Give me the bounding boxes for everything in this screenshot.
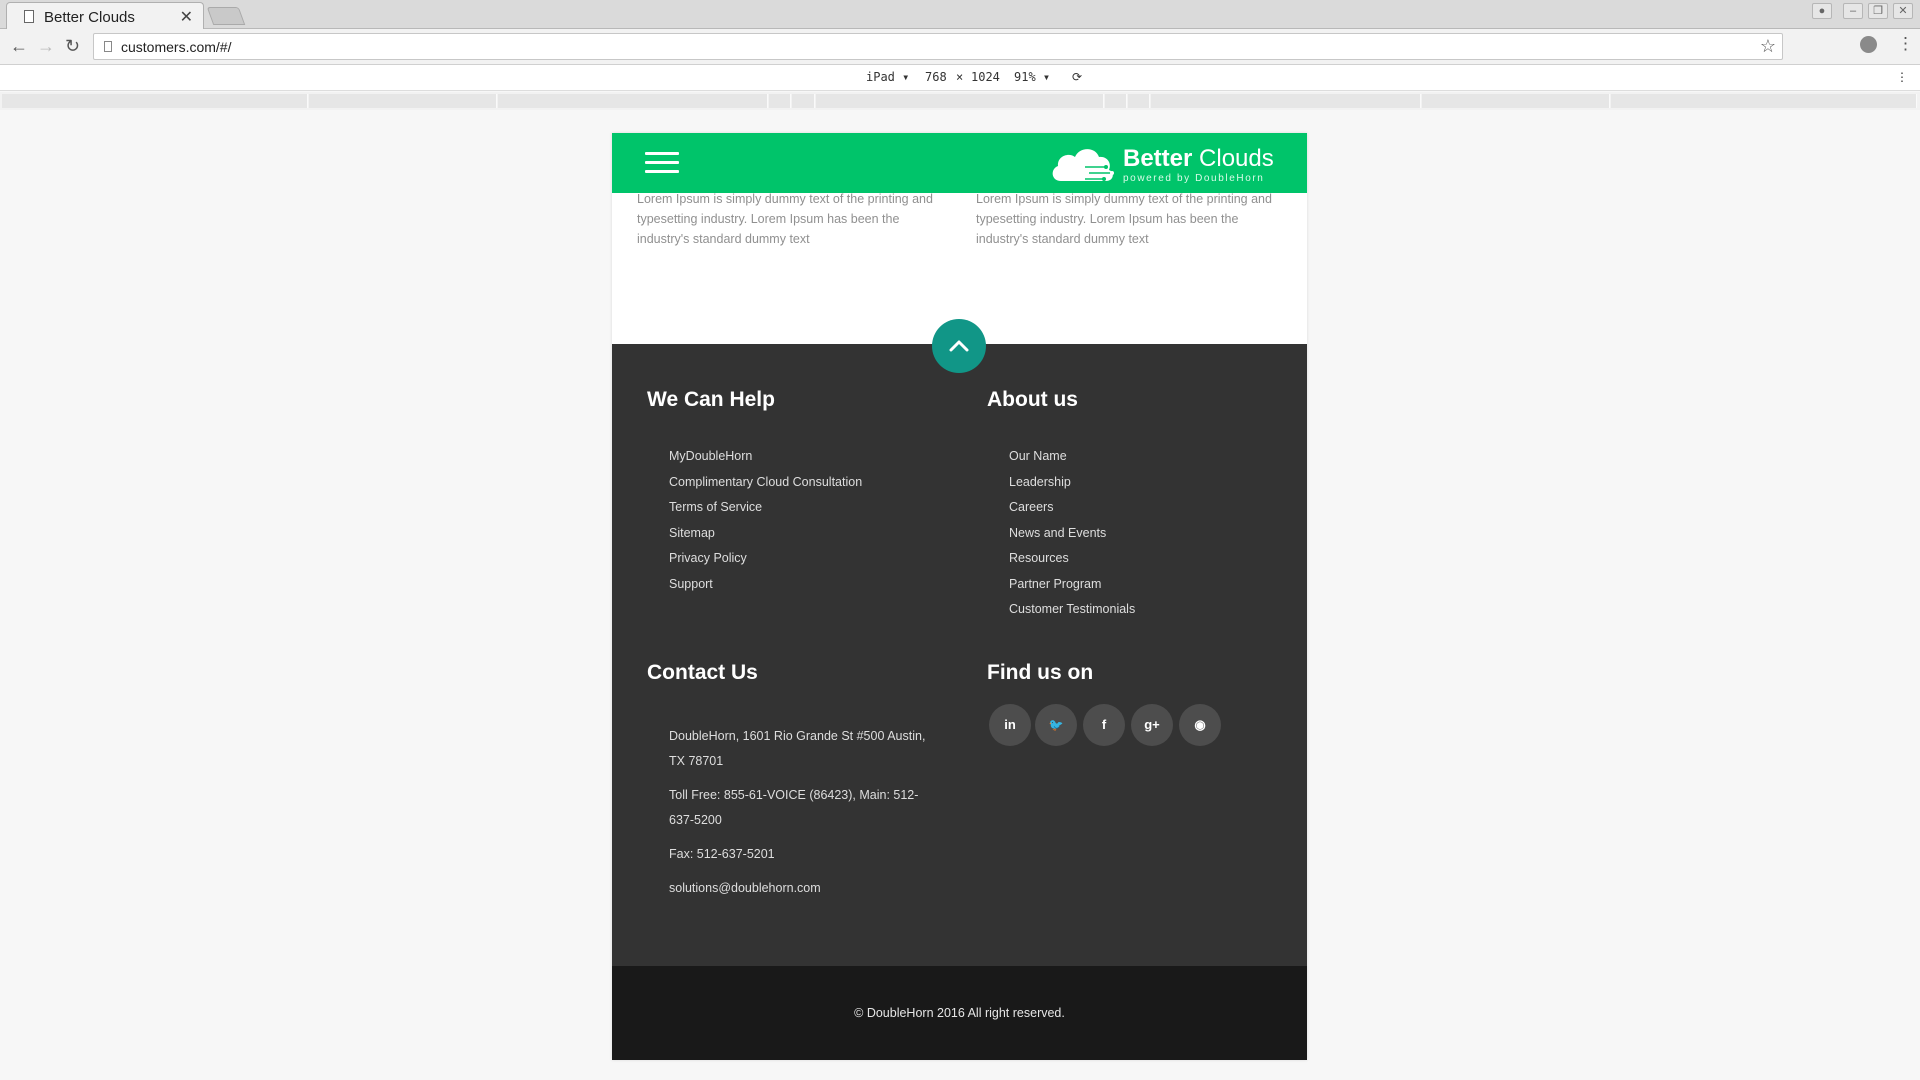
browser-toolbar: ← → ↻ customers.com/#/ ☆ ⋮ (0, 29, 1920, 65)
zoom-level: 91% (1014, 70, 1036, 84)
media-query-ruler (0, 92, 1920, 110)
contact-fax: Fax: 512-637-5201 (669, 847, 775, 861)
ruler-segment[interactable] (1422, 94, 1610, 108)
about-link[interactable]: Our Name (1009, 446, 1135, 472)
help-heading: We Can Help (647, 388, 775, 411)
address-bar[interactable]: customers.com/#/ ☆ (93, 33, 1783, 60)
contact-address: DoubleHorn, 1601 Rio Grande St #500 Aust… (669, 729, 926, 768)
social-heading: Find us on (987, 661, 1094, 684)
cloud-logo-icon (1052, 149, 1114, 181)
times-sign: × (956, 70, 964, 84)
about-links: Our Name Leadership Careers News and Eve… (1009, 446, 1135, 625)
google-plus-icon[interactable]: g+ (1131, 704, 1173, 746)
profile-icon[interactable]: ● (1812, 3, 1832, 19)
ruler-segment[interactable] (1151, 94, 1421, 108)
about-link[interactable]: Careers (1009, 497, 1135, 523)
close-tab-icon[interactable]: ✕ (180, 7, 193, 27)
contact-phone: Toll Free: 855-61-VOICE (86423), Main: 5… (669, 788, 919, 827)
new-tab-button[interactable] (206, 7, 246, 25)
help-links: MyDoubleHorn Complimentary Cloud Consult… (669, 446, 862, 599)
rotate-icon[interactable]: ⟳ (1072, 70, 1082, 84)
browser-tab-strip: Better Clouds ✕ ● – ❐ ✕ (0, 0, 1920, 29)
better-clouds-logo[interactable]: Better Clouds powered by DoubleHorn (1049, 141, 1289, 185)
viewport-height[interactable]: 1024 (971, 70, 1000, 84)
help-link[interactable]: Support (669, 574, 862, 600)
brand-name-light: Clouds (1192, 145, 1274, 172)
about-link[interactable]: Customer Testimonials (1009, 599, 1135, 625)
tab-title: Better Clouds (44, 9, 135, 26)
ruler-segment[interactable] (498, 94, 768, 108)
close-window-icon[interactable]: ✕ (1893, 3, 1913, 19)
restore-icon[interactable]: ❐ (1868, 3, 1888, 19)
help-link[interactable]: Privacy Policy (669, 548, 862, 574)
url-text[interactable]: customers.com/#/ (121, 39, 231, 55)
back-icon[interactable]: ← (10, 36, 28, 57)
device-toolbar: iPad ▾ 768 × 1024 91% ▾ ⟳ ⋮ (0, 65, 1920, 91)
page-info-icon[interactable] (104, 41, 112, 52)
extension-icon[interactable] (1860, 36, 1877, 53)
ruler-segment[interactable] (1105, 94, 1127, 108)
forward-icon[interactable]: → (37, 36, 55, 57)
ruler-segment[interactable] (2, 94, 308, 108)
site-footer: We Can Help MyDoubleHorn Complimentary C… (612, 344, 1307, 966)
contact-heading: Contact Us (647, 661, 758, 684)
hamburger-menu-icon[interactable] (645, 152, 679, 176)
about-link[interactable]: Partner Program (1009, 574, 1135, 600)
brand-name-bold: Better (1123, 145, 1193, 172)
chevron-up-icon (949, 340, 969, 352)
browser-menu-icon[interactable]: ⋮ (1897, 35, 1914, 52)
help-link[interactable]: MyDoubleHorn (669, 446, 862, 472)
rss-icon[interactable]: ◉ (1179, 704, 1221, 746)
facebook-icon[interactable]: f (1083, 704, 1125, 746)
contact-details: DoubleHorn, 1601 Rio Grande St #500 Aust… (669, 724, 939, 910)
viewport-width[interactable]: 768 (925, 70, 947, 84)
minimize-icon[interactable]: – (1843, 3, 1863, 19)
intro-text: Lorem Ipsum is simply dummy text of the … (637, 192, 933, 246)
ruler-segment[interactable] (1128, 94, 1150, 108)
brand-name: Better Clouds (1123, 145, 1274, 173)
device-menu-icon[interactable]: ⋮ (1896, 70, 1908, 84)
about-link[interactable]: Resources (1009, 548, 1135, 574)
device-select[interactable]: iPad ▾ (866, 70, 909, 84)
help-link[interactable]: Complimentary Cloud Consultation (669, 472, 862, 498)
help-link[interactable]: Sitemap (669, 523, 862, 549)
page-viewport: Better Clouds powered by DoubleHorn Lore… (612, 133, 1307, 1060)
scroll-to-top-button[interactable] (932, 319, 986, 373)
reload-icon[interactable]: ↻ (65, 36, 80, 57)
ruler-segment[interactable] (309, 94, 497, 108)
intro-text: Lorem Ipsum is simply dummy text of the … (976, 192, 1272, 246)
device-name: iPad (866, 70, 895, 84)
linkedin-icon[interactable]: in (989, 704, 1031, 746)
bookmark-star-icon[interactable]: ☆ (1760, 36, 1776, 57)
site-header: Better Clouds powered by DoubleHorn (612, 133, 1307, 193)
copyright-text: © DoubleHorn 2016 All right reserved. (854, 1006, 1065, 1020)
ruler-segment[interactable] (769, 94, 791, 108)
about-heading: About us (987, 388, 1078, 411)
contact-email[interactable]: solutions@doublehorn.com (669, 876, 939, 901)
ruler-segment[interactable] (816, 94, 1104, 108)
about-link[interactable]: News and Events (1009, 523, 1135, 549)
help-link[interactable]: Terms of Service (669, 497, 862, 523)
brand-tagline: powered by DoubleHorn (1123, 173, 1265, 184)
ruler-segment[interactable] (1611, 94, 1917, 108)
zoom-select[interactable]: 91% ▾ (1014, 70, 1050, 84)
twitter-icon[interactable]: 🐦 (1035, 704, 1077, 746)
ruler-segment[interactable] (792, 94, 815, 108)
copyright-bar: © DoubleHorn 2016 All right reserved. (612, 966, 1307, 1060)
browser-tab[interactable]: Better Clouds ✕ (6, 2, 204, 29)
page-icon (24, 10, 34, 23)
about-link[interactable]: Leadership (1009, 472, 1135, 498)
